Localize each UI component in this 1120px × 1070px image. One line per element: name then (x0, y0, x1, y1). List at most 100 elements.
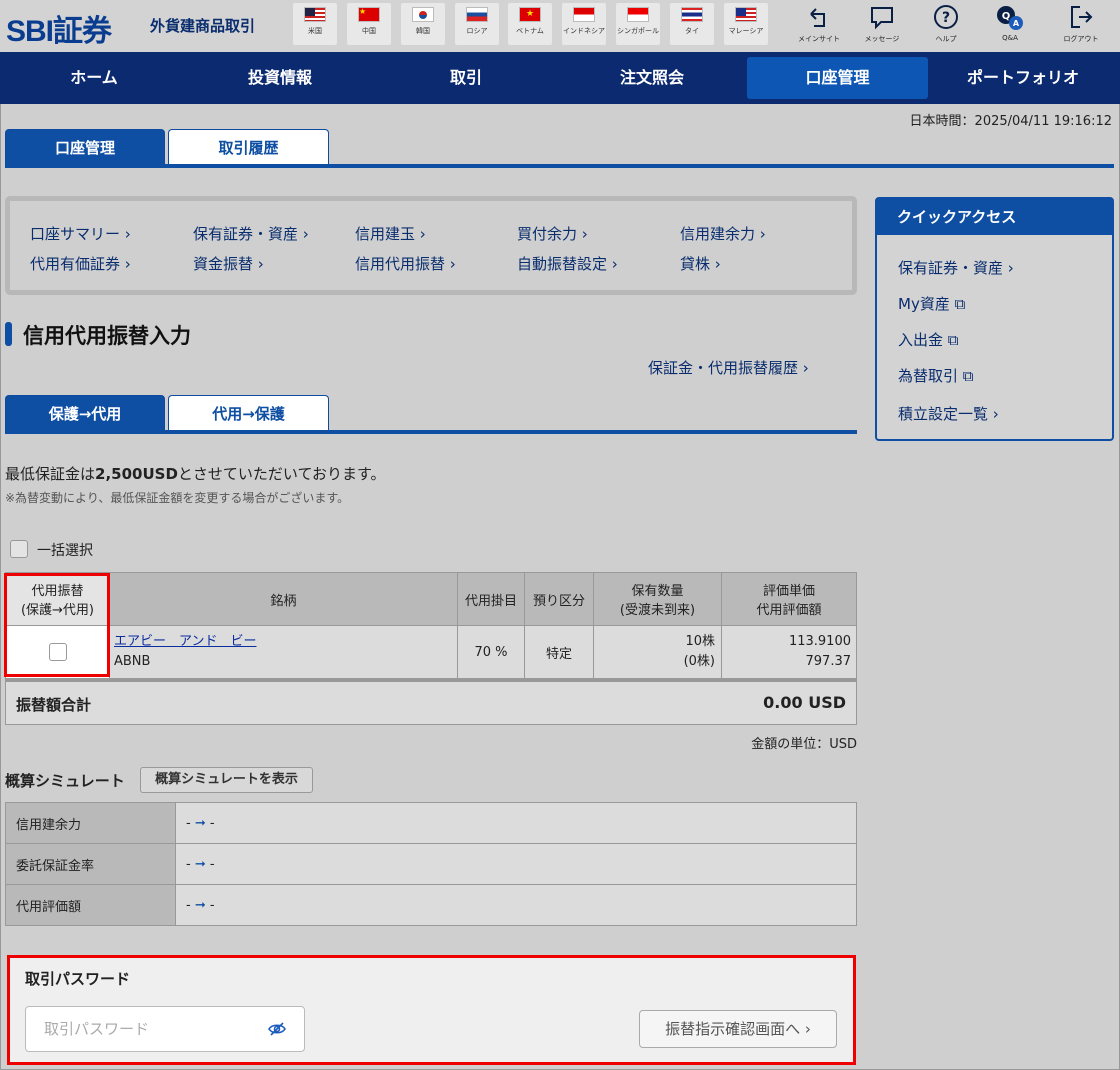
password-section: 取引パスワード 振替指示確認画面へ › (7, 955, 856, 1065)
sim-value: - ➞ - (175, 843, 857, 885)
password-input[interactable] (25, 1006, 305, 1052)
help-icon: ? (934, 5, 958, 29)
menu-buying-power[interactable]: 買付余力 › (517, 223, 588, 244)
nav-order-inquiry[interactable]: 注文照会 (560, 57, 744, 99)
col-issue: 銘柄 (109, 572, 458, 626)
menu-margin-power[interactable]: 信用建余力 › (680, 223, 766, 244)
us-flag-icon[interactable]: 米国 (293, 3, 337, 45)
holdings-table: 代用振替 (保護→代用) 銘柄 代用掛目 預り区分 保有数量 (受渡未到来) 評価単… (5, 572, 857, 679)
tab-trade-history[interactable]: 取引履歴 (168, 129, 329, 165)
site-subtitle: 外貨建商品取引 (150, 17, 256, 35)
tab-underline (5, 164, 1114, 168)
sim-label: 代用評価額 (5, 884, 176, 926)
quick-link-deposit[interactable]: 入出金 ⧉ (898, 329, 959, 350)
sim-label: 委託保証金率 (5, 843, 176, 885)
transfer-column-highlight (4, 573, 110, 677)
account-type-cell: 特定 (524, 625, 594, 679)
quick-link-my-assets[interactable]: My資産 ⧉ (898, 293, 965, 314)
tab-account-management[interactable]: 口座管理 (5, 129, 165, 165)
arrow-right-icon: ➞ (194, 856, 206, 872)
confirm-transfer-button[interactable]: 振替指示確認画面へ › (639, 1010, 837, 1048)
qa-icon: QA (997, 6, 1023, 30)
transfer-total-row: 振替額合計 0.00 USD (5, 679, 857, 725)
tab-collateral-to-protect[interactable]: 代用→保護 (168, 395, 329, 431)
bulk-select-checkbox[interactable] (10, 540, 28, 558)
price-cell: 113.9100 797.37 (721, 625, 857, 679)
simulation-table: 信用建余力 - ➞ - 委託保証金率 - ➞ - 代用評価額 - ➞ - (5, 802, 857, 926)
holdings-header-row: 代用振替 (保護→代用) 銘柄 代用掛目 預り区分 保有数量 (受渡未到来) 評価単… (5, 572, 857, 626)
table-row: 委託保証金率 - ➞ - (5, 843, 857, 885)
col-price: 評価単価 代用評価額 (721, 572, 857, 626)
quick-link-fx[interactable]: 為替取引 ⧉ (898, 365, 974, 386)
message-button[interactable]: メッセージ (850, 2, 914, 48)
transfer-history-link[interactable]: 保証金・代用振替履歴 › (648, 357, 809, 378)
col-quantity: 保有数量 (受渡未到来) (593, 572, 722, 626)
svg-text:A: A (1013, 19, 1020, 28)
show-simulation-button[interactable]: 概算シミュレートを表示 (140, 767, 313, 793)
svg-text:Q: Q (1002, 11, 1011, 22)
thailand-flag-icon[interactable]: タイ (670, 3, 714, 45)
logout-button[interactable]: ログアウト (1049, 2, 1113, 48)
nav-home[interactable]: ホーム (2, 57, 186, 99)
china-flag-icon[interactable]: ★ 中国 (347, 3, 391, 45)
nav-account[interactable]: 口座管理 (747, 57, 928, 99)
main-nav: ホーム 投資情報 取引 注文照会 口座管理 ポートフォリオ (0, 52, 1120, 104)
main-site-icon (810, 8, 825, 27)
subtab-underline (5, 430, 857, 434)
message-icon (871, 7, 893, 30)
nav-investment-info[interactable]: 投資情報 (188, 57, 372, 99)
quick-access-title: クイックアクセス (877, 199, 1112, 235)
issue-ticker: ABNB (114, 654, 151, 669)
issue-name-link[interactable]: エアビー アンド ビー (114, 632, 457, 652)
singapore-flag-icon[interactable]: シンガポール (616, 3, 660, 45)
menu-collateral-securities[interactable]: 代用有価証券 › (30, 253, 131, 274)
tab-protect-to-collateral[interactable]: 保護→代用 (5, 395, 165, 431)
table-row: エアビー アンド ビー ABNB 70 % 特定 10株 (0株) 113.9100… (5, 625, 857, 679)
quick-link-savings-plan[interactable]: 積立設定一覧 › (898, 403, 999, 424)
rate-cell: 70 % (457, 625, 525, 679)
sim-value: - ➞ - (175, 884, 857, 926)
quick-access-panel: クイックアクセス 保有証券・資産 › My資産 ⧉ 入出金 ⧉ 為替取引 ⧉ 積… (875, 197, 1114, 441)
sbi-logo[interactable]: SBI証券 (6, 6, 112, 50)
header: SBI証券 外貨建商品取引 米国 ★ 中国 韓国 ロシア ★ ベトナム インドネ… (0, 0, 1120, 52)
logout-icon (1071, 6, 1093, 28)
quick-link-holdings[interactable]: 保有証券・資産 › (898, 257, 1014, 278)
malaysia-flag-icon[interactable]: マレーシア (724, 3, 768, 45)
indonesia-flag-icon[interactable]: インドネシア (562, 3, 606, 45)
arrow-right-icon: ➞ (194, 815, 206, 831)
external-link-icon: ⧉ (962, 367, 974, 385)
vietnam-flag-icon[interactable]: ★ ベトナム (508, 3, 552, 45)
main-site-button[interactable]: メインサイト (787, 2, 851, 48)
issue-cell: エアビー アンド ビー ABNB (109, 625, 458, 679)
menu-margin-positions[interactable]: 信用建玉 › (355, 223, 426, 244)
menu-auto-transfer[interactable]: 自動振替設定 › (517, 253, 618, 274)
external-link-icon: ⧉ (947, 331, 959, 349)
simulation-title: 概算シミュレート (5, 772, 125, 790)
menu-account-summary[interactable]: 口座サマリー › (30, 223, 131, 244)
menu-fund-transfer[interactable]: 資金振替 › (193, 253, 264, 274)
total-value: 0.00 USD (763, 693, 846, 712)
min-margin-note: 最低保証金は2,500USDとさせていただいております。 (5, 465, 386, 483)
russia-flag-icon[interactable]: ロシア (455, 3, 499, 45)
nav-portfolio[interactable]: ポートフォリオ (931, 57, 1115, 99)
quantity-cell: 10株 (0株) (593, 625, 722, 679)
account-submenu: 口座サマリー › 保有証券・資産 › 信用建玉 › 買付余力 › 信用建余力 ›… (5, 196, 857, 295)
menu-holdings[interactable]: 保有証券・資産 › (193, 223, 309, 244)
external-link-icon: ⧉ (954, 295, 966, 313)
col-rate: 代用掛目 (457, 572, 525, 626)
korea-flag-icon[interactable]: 韓国 (401, 3, 445, 45)
min-margin-subnote: ※為替変動により、最低保証金額を変更する場合がございます。 (5, 491, 350, 505)
sim-label: 信用建余力 (5, 802, 176, 844)
eye-off-icon[interactable] (268, 1021, 286, 1037)
menu-stock-lending[interactable]: 貸株 › (680, 253, 721, 274)
help-button[interactable]: ? ヘルプ (914, 2, 978, 48)
japan-time: 日本時間：2025/04/11 19:16:12 (909, 114, 1112, 129)
table-row: 信用建余力 - ➞ - (5, 802, 857, 844)
svg-text:?: ? (942, 10, 950, 26)
currency-unit: 金額の単位：USD (751, 737, 857, 752)
nav-trade[interactable]: 取引 (374, 57, 558, 99)
sim-value: - ➞ - (175, 802, 857, 844)
col-account-type: 預り区分 (524, 572, 594, 626)
menu-collateral-transfer[interactable]: 信用代用振替 › (355, 253, 456, 274)
qa-button[interactable]: QA Q&A (978, 2, 1042, 48)
